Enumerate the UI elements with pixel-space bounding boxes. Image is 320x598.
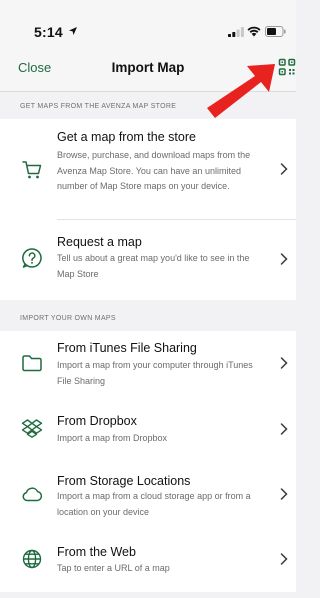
chevron-right-icon: [280, 163, 288, 175]
row-description: Tap to enter a URL of a map: [57, 563, 170, 573]
row-description: Import a map from Dropbox: [57, 433, 168, 443]
dropbox-icon: [21, 419, 43, 438]
dropbox-row[interactable]: From Dropbox Import a map from Dropbox: [0, 398, 296, 460]
status-bar: 5:14: [0, 0, 296, 54]
row-description: Browse, purchase, and download maps from…: [57, 150, 251, 191]
section-header-own-maps: IMPORT YOUR OWN MAPS: [0, 305, 296, 331]
folder-icon: [22, 355, 42, 372]
itunes-file-sharing-row[interactable]: From iTunes File Sharing Import a map fr…: [0, 331, 296, 398]
row-title: From Dropbox: [57, 414, 137, 428]
row-description: Tell us about a great map you'd like to …: [57, 253, 250, 279]
own-maps-group: From iTunes File Sharing Import a map fr…: [0, 331, 296, 592]
storage-locations-row[interactable]: From Storage Locations Import a map from…: [0, 460, 296, 530]
import-map-screen: 5:14 Close Import Map GET MAPS FROM THE …: [0, 0, 296, 598]
wifi-icon: [247, 26, 261, 37]
row-description: Import a map from your computer through …: [57, 360, 253, 386]
row-title: Request a map: [57, 235, 142, 249]
location-arrow-icon: [69, 27, 77, 35]
from-the-web-row[interactable]: From the Web Tap to enter a URL of a map: [0, 530, 296, 592]
cellular-signal-icon: [228, 27, 244, 37]
request-a-map-row[interactable]: Request a map Tell us about a great map …: [0, 220, 296, 300]
chevron-right-icon: [280, 253, 288, 265]
qr-code-scan-icon[interactable]: [278, 58, 296, 76]
map-store-group: Get a map from the store Browse, purchas…: [0, 119, 296, 300]
row-title: From Storage Locations: [57, 474, 191, 488]
status-time: 5:14: [34, 24, 63, 40]
battery-icon: [265, 26, 286, 37]
get-map-from-store-row[interactable]: Get a map from the store Browse, purchas…: [0, 119, 296, 220]
chevron-right-icon: [280, 423, 288, 435]
cloud-icon: [22, 487, 43, 502]
chevron-right-icon: [280, 553, 288, 565]
row-title: Get a map from the store: [57, 130, 196, 144]
row-description: Import a map from a cloud storage app or…: [57, 491, 251, 517]
annotation-arrow-icon: [207, 64, 275, 118]
question-icon: [22, 248, 42, 268]
chevron-right-icon: [280, 357, 288, 369]
row-title: From the Web: [57, 545, 136, 559]
chevron-right-icon: [280, 488, 288, 500]
row-title: From iTunes File Sharing: [57, 341, 197, 355]
globe-icon: [22, 549, 42, 569]
cart-icon: [22, 161, 42, 179]
